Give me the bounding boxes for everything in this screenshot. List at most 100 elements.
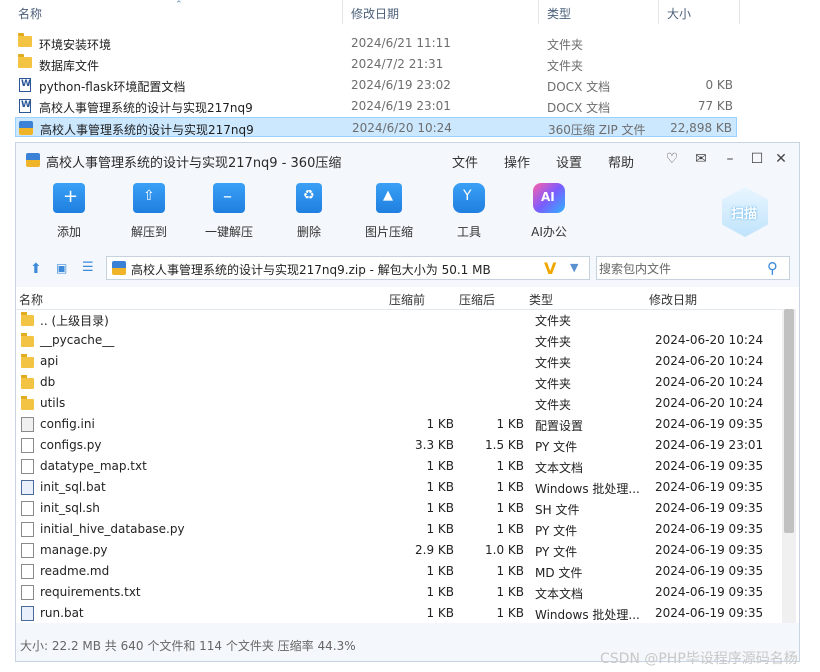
list-item[interactable]: requirements.txt 1 KB 1 KB 文本文档 2024-06-19 0… (16, 582, 784, 603)
folder-icon (21, 375, 34, 389)
skin-icon[interactable]: ♡ (664, 151, 680, 167)
file-type: 文件夹 (547, 38, 584, 52)
list-item[interactable]: __pycache__ 文件夹 2024-06-20 10:24 (16, 330, 784, 351)
tools-button[interactable]: Y 工具 (437, 183, 501, 240)
view-thumbnail-icon[interactable]: ▣ (56, 261, 67, 275)
menu-settings[interactable]: 设置 (556, 152, 582, 171)
docx-icon (19, 78, 31, 92)
v-logo-icon[interactable]: V (544, 259, 556, 278)
file-icon (21, 459, 34, 474)
entry-date: 2024-06-20 10:24 (655, 354, 764, 368)
settings-file-icon (21, 417, 34, 432)
entry-date: 2024-06-20 10:24 (655, 375, 764, 389)
entry-date: 2024-06-20 10:24 (655, 396, 764, 410)
col-type[interactable]: 类型 (529, 291, 553, 308)
menu-file[interactable]: 文件 (452, 152, 478, 171)
image-compress-button[interactable]: ▲ 图片压缩 (357, 183, 421, 240)
list-item[interactable]: configs.py 3.3 KB 1.5 KB PY 文件 2024-06-19 23… (16, 435, 784, 456)
list-item[interactable]: datatype_map.txt 1 KB 1 KB 文本文档 2024-06-19 0… (16, 456, 784, 477)
explorer-row[interactable]: python-flask环境配置文档 2024/6/19 23:02 DOCX 文档… (15, 75, 737, 95)
entry-type: 文件夹 (535, 356, 572, 370)
entry-name: db (40, 375, 56, 389)
feedback-icon[interactable]: ✉ (693, 151, 709, 167)
list-item[interactable]: utils 文件夹 2024-06-20 10:24 (16, 393, 784, 414)
search-icon[interactable]: ⚲ (767, 259, 778, 277)
entry-size-before: 1 KB (426, 480, 454, 494)
entry-name: requirements.txt (40, 585, 141, 599)
file-name: 数据库文件 (39, 59, 100, 73)
file-icon (21, 564, 34, 579)
list-item[interactable]: manage.py 2.9 KB 1.0 KB PY 文件 2024-06-19 09:… (16, 540, 784, 561)
file-icon (21, 501, 34, 516)
list-item[interactable]: .. (上级目录) 文件夹 (16, 309, 784, 330)
column-type[interactable]: 类型 (547, 5, 571, 22)
folder-icon (18, 33, 32, 47)
list-item[interactable]: run.bat 1 KB 1 KB Windows 批处理... 2024-06-19 … (16, 603, 784, 624)
search-input[interactable] (597, 257, 767, 281)
file-type: DOCX 文档 (547, 80, 611, 94)
chevron-down-icon[interactable]: ▼ (570, 261, 578, 274)
maximize-button[interactable]: ☐ (749, 151, 765, 167)
file-date: 2024/6/20 10:24 (352, 121, 452, 135)
list-item[interactable]: initial_hive_database.py 1 KB 1 KB PY 文件 202… (16, 519, 784, 540)
file-icon (21, 522, 34, 537)
minimize-button[interactable]: – (722, 151, 738, 167)
docx-icon (19, 99, 31, 113)
file-date: 2024/6/19 23:01 (351, 99, 451, 113)
add-icon: + (53, 183, 85, 213)
file-name: 高校人事管理系统的设计与实现217nq9 (39, 101, 253, 115)
col-after[interactable]: 压缩后 (459, 291, 495, 308)
column-date[interactable]: 修改日期 (351, 5, 399, 22)
tools-icon: Y (453, 183, 485, 213)
path-field[interactable]: 高校人事管理系统的设计与实现217nq9.zip - 解包大小为 50.1 MB… (106, 256, 590, 280)
explorer-row[interactable]: 数据库文件 2024/7/2 21:31 文件夹 (15, 54, 737, 74)
explorer-row[interactable]: 高校人事管理系统的设计与实现217nq9 2024/6/19 23:01 DOCX … (15, 96, 737, 116)
file-icon (21, 438, 34, 453)
entry-type: Windows 批处理... (535, 482, 640, 496)
list-item[interactable]: config.ini 1 KB 1 KB 配置设置 2024-06-19 09:35 (16, 414, 784, 435)
menu-help[interactable]: 帮助 (608, 152, 634, 171)
col-name[interactable]: 名称 (19, 291, 43, 308)
entry-date: 2024-06-19 09:35 (655, 501, 764, 515)
ai-office-button[interactable]: AI AI办公 (517, 183, 581, 240)
close-button[interactable]: ✕ (773, 151, 789, 167)
list-item[interactable]: db 文件夹 2024-06-20 10:24 (16, 372, 784, 393)
entry-type: PY 文件 (535, 524, 578, 538)
ai-office-icon: AI (533, 183, 565, 213)
entry-date: 2024-06-19 09:35 (655, 564, 764, 578)
zip-file-icon (112, 261, 126, 275)
entry-type: MD 文件 (535, 566, 583, 580)
scrollbar[interactable] (782, 309, 796, 623)
window-title: 高校人事管理系统的设计与实现217nq9 - 360压缩 (46, 156, 342, 171)
entry-date: 2024-06-19 09:35 (655, 606, 764, 620)
file-type: 文件夹 (547, 59, 584, 73)
file-date: 2024/6/21 11:11 (351, 36, 451, 50)
file-date: 2024/7/2 21:31 (351, 57, 444, 71)
list-item[interactable]: init_sql.sh 1 KB 1 KB SH 文件 2024-06-19 09:35 (16, 498, 784, 519)
explorer-row[interactable]: 环境安装环境 2024/6/21 11:11 文件夹 (15, 33, 737, 53)
entry-name: __pycache__ (40, 333, 115, 347)
up-arrow-icon[interactable]: ⬆ (30, 261, 42, 277)
scrollbar-thumb[interactable] (784, 309, 794, 533)
entry-name: run.bat (40, 606, 84, 620)
list-item[interactable]: init_sql.bat 1 KB 1 KB Windows 批处理... 2024-0… (16, 477, 784, 498)
col-before[interactable]: 压缩前 (389, 291, 425, 308)
list-item[interactable]: readme.md 1 KB 1 KB MD 文件 2024-06-19 09:35 (16, 561, 784, 582)
menu-operation[interactable]: 操作 (504, 152, 530, 171)
column-name[interactable]: 名称 (18, 5, 42, 22)
delete-button[interactable]: ♻ 删除 (277, 183, 341, 240)
add-button[interactable]: + 添加 (37, 183, 101, 240)
view-list-icon[interactable]: ☰ (82, 260, 94, 275)
entry-size-after: 1 KB (496, 480, 524, 494)
toolbar: + 添加 ⇧ 解压到 – 一键解压 ♻ 删除 ▲ 图片压缩 Y 工具 AI AI… (16, 177, 799, 249)
explorer-row[interactable]: 高校人事管理系统的设计与实现217nq9 2024/6/20 10:24 360压缩… (15, 117, 737, 137)
extract-to-button[interactable]: ⇧ 解压到 (117, 183, 181, 240)
column-size[interactable]: 大小 (667, 5, 691, 22)
col-date[interactable]: 修改日期 (649, 291, 697, 308)
entry-size-after: 1 KB (496, 606, 524, 620)
entry-type: 文件夹 (535, 314, 572, 328)
one-click-extract-button[interactable]: – 一键解压 (197, 183, 261, 240)
folder-icon (21, 333, 34, 347)
entry-name: datatype_map.txt (40, 459, 147, 473)
list-item[interactable]: api 文件夹 2024-06-20 10:24 (16, 351, 784, 372)
